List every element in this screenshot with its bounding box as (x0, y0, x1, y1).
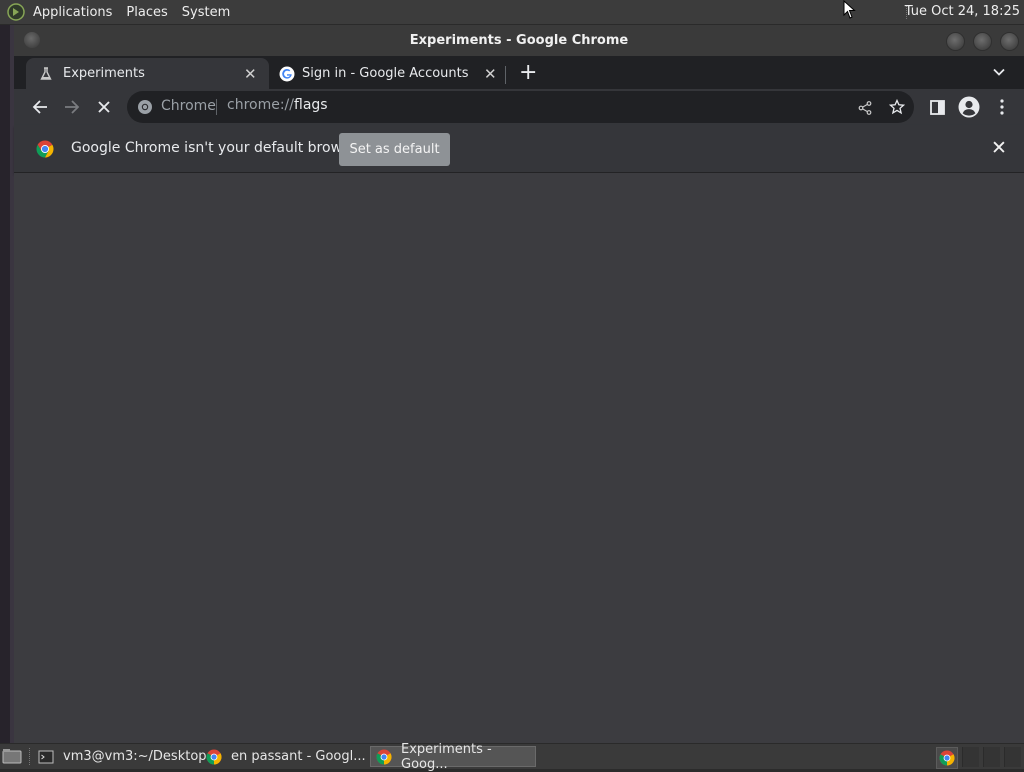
taskbar-separator (29, 748, 31, 765)
profile-icon[interactable] (958, 96, 980, 118)
mate-logo-icon[interactable] (7, 3, 25, 21)
places-menu[interactable]: Places (126, 5, 167, 20)
page-content[interactable] (14, 173, 1024, 743)
workspace-slot[interactable] (962, 747, 979, 767)
close-infobar-icon[interactable]: ✕ (991, 137, 1007, 159)
taskbar-item-terminal[interactable]: vm3@vm3:~/Desktop (38, 746, 207, 767)
clock[interactable]: Tue Oct 24, 18:25 (905, 4, 1020, 19)
applications-menu[interactable]: Applications (33, 5, 112, 20)
back-arrow-icon[interactable] (30, 97, 50, 117)
taskbar-item-en-passant[interactable]: en passant - Googl... (206, 746, 366, 767)
stop-icon[interactable] (94, 97, 114, 117)
new-tab-button[interactable]: + (519, 60, 537, 86)
chrome-icon (376, 749, 392, 764)
chrome-logo-icon (36, 140, 54, 158)
bookmark-star-icon[interactable] (887, 97, 907, 117)
desktop-background (0, 25, 14, 743)
taskbar-item-experiments[interactable]: Experiments - Goog... (370, 742, 536, 772)
chrome-window: Experiments - Google Chrome Experiments … (14, 25, 1024, 743)
set-as-default-button[interactable]: Set as default (339, 133, 450, 166)
side-panel-icon[interactable] (927, 97, 947, 117)
tab-title: Experiments (63, 66, 145, 81)
tab-experiments[interactable]: Experiments ✕ (26, 58, 269, 89)
mouse-cursor-icon (843, 0, 856, 19)
tab-sign-in[interactable]: Sign in - Google Accounts ✕ (270, 58, 506, 89)
maximize-button[interactable] (973, 32, 992, 51)
window-menu-button[interactable] (24, 32, 40, 48)
bottom-taskbar: vm3@vm3:~/Desktop en passant - Googl... … (0, 742, 1024, 772)
close-window-button[interactable] (1000, 32, 1019, 51)
workspace-switcher-chrome[interactable] (936, 747, 958, 769)
chrome-icon (939, 750, 955, 766)
taskbar-item-label: en passant - Googl... (231, 749, 366, 764)
infobar-message: Google Chrome isn't your default browser (71, 140, 364, 156)
flask-icon (40, 67, 52, 80)
window-title: Experiments - Google Chrome (409, 33, 629, 48)
chrome-site-icon (138, 100, 152, 114)
tab-strip: Experiments ✕ Sign in - Google Accounts … (14, 56, 1024, 89)
window-titlebar[interactable]: Experiments - Google Chrome (14, 25, 1024, 57)
chrome-icon (206, 749, 222, 764)
minimize-button[interactable] (946, 32, 965, 51)
security-chip[interactable]: Chrome (161, 98, 216, 114)
taskbar-item-label: Experiments - Goog... (401, 741, 492, 772)
more-menu-icon[interactable] (992, 97, 1012, 117)
google-g-icon (279, 66, 295, 82)
default-browser-infobar: Google Chrome isn't your default browser… (14, 125, 1024, 173)
omnibox[interactable]: Chrome chrome://flags (127, 91, 914, 123)
close-tab-icon[interactable]: ✕ (244, 65, 257, 83)
top-panel: Applications Places System Tue Oct 24, 1… (0, 0, 1024, 25)
url-scheme: chrome:// (227, 97, 294, 113)
share-icon[interactable] (855, 98, 875, 118)
workspace-slot[interactable] (1004, 747, 1021, 767)
forward-arrow-icon[interactable] (62, 97, 82, 117)
system-menu[interactable]: System (182, 5, 230, 20)
chip-separator (216, 99, 217, 115)
url-text[interactable]: chrome://flags (227, 97, 328, 113)
url-host: flags (294, 97, 328, 113)
browser-toolbar: Chrome chrome://flags (14, 89, 1024, 125)
show-desktop-icon[interactable] (2, 748, 22, 764)
workspace-slot[interactable] (983, 747, 1000, 767)
tab-divider (505, 66, 506, 84)
tab-search-chevron-icon[interactable] (992, 65, 1006, 79)
taskbar-item-label: vm3@vm3:~/Desktop (63, 749, 207, 764)
tab-title: Sign in - Google Accounts (302, 66, 469, 81)
terminal-icon (38, 750, 54, 763)
close-tab-icon[interactable]: ✕ (484, 65, 497, 83)
